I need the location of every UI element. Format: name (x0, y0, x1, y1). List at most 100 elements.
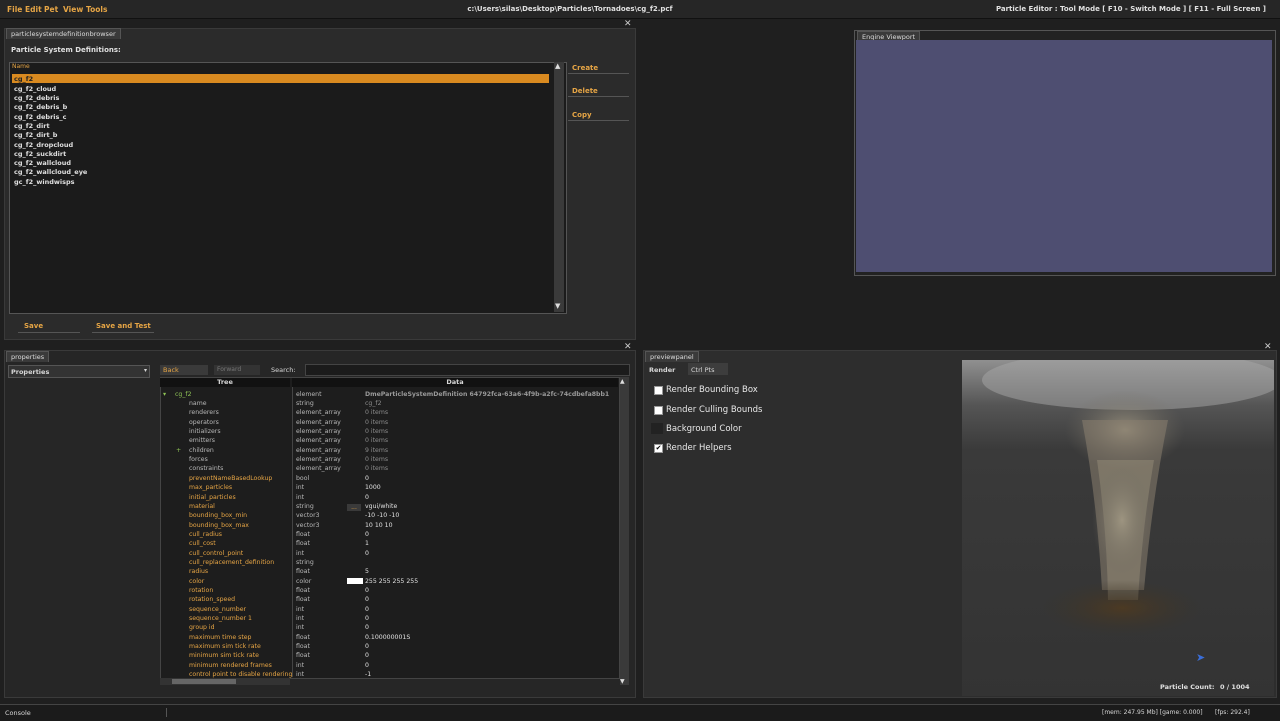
property-name[interactable]: preventNameBasedLookup (189, 475, 272, 482)
property-value[interactable]: 10 10 10 (365, 522, 393, 529)
engine-viewport[interactable] (856, 40, 1272, 272)
close-properties-icon[interactable]: ✕ (624, 342, 632, 352)
expand-children-icon[interactable]: + (176, 447, 181, 454)
scroll-up-icon[interactable]: ▲ (555, 62, 560, 70)
name-column-header[interactable]: Name (12, 63, 30, 70)
tree-column-header[interactable]: Tree (160, 378, 290, 387)
list-item[interactable]: cg_f2_dirt (14, 122, 50, 130)
list-item[interactable]: cg_f2_debris_c (14, 113, 66, 121)
background-color-swatch[interactable] (651, 423, 663, 434)
list-item[interactable]: cg_f2_debris (14, 94, 59, 102)
property-name[interactable]: rotation (189, 587, 213, 594)
property-name[interactable]: cull_control_point (189, 550, 243, 557)
search-input[interactable] (305, 364, 630, 376)
tab-ctrl-pts[interactable]: Ctrl Pts (688, 363, 728, 375)
save-button[interactable]: Save (18, 318, 80, 333)
tab-previewpanel[interactable]: previewpanel (645, 351, 699, 362)
property-name[interactable]: sequence_number (189, 606, 246, 613)
property-name[interactable]: rotation_speed (189, 596, 235, 603)
scroll-up-icon[interactable]: ▲ (620, 378, 625, 385)
property-value[interactable]: 0 items (365, 465, 388, 472)
property-name[interactable]: sequence_number 1 (189, 615, 252, 622)
list-item[interactable]: cg_f2_suckdirt (14, 150, 66, 158)
property-name[interactable]: forces (189, 456, 208, 463)
render-helpers-checkbox[interactable]: ✔ (654, 444, 663, 453)
property-value[interactable]: 0 (365, 662, 369, 669)
tab-definition-browser[interactable]: particlesystemdefinitionbrowser (6, 28, 121, 39)
property-name[interactable]: name (189, 400, 207, 407)
close-preview-icon[interactable]: ✕ (1264, 342, 1272, 352)
console-label[interactable]: Console (5, 709, 31, 717)
property-name[interactable]: children (189, 447, 214, 454)
property-value[interactable]: 1000 (365, 484, 381, 491)
property-value[interactable]: 0 (365, 643, 369, 650)
list-item[interactable]: cg_f2 (14, 75, 33, 83)
property-name[interactable]: bounding_box_max (189, 522, 249, 529)
property-name[interactable]: cull_cost (189, 540, 216, 547)
property-value[interactable]: 0 (365, 475, 369, 482)
property-name[interactable]: color (189, 578, 204, 585)
list-item[interactable]: gc_f2_windwisps (14, 178, 75, 186)
property-value[interactable]: 0 items (365, 419, 388, 426)
property-name[interactable]: minimum rendered frames (189, 662, 272, 669)
property-value[interactable]: 5 (365, 568, 369, 575)
render-culling-bounds-checkbox[interactable] (654, 406, 663, 415)
console-input[interactable] (36, 708, 167, 717)
property-name[interactable]: cull_radius (189, 531, 222, 538)
property-name[interactable]: maximum sim tick rate (189, 643, 261, 650)
property-value[interactable]: 0 (365, 531, 369, 538)
property-value[interactable]: 0 items (365, 428, 388, 435)
property-value[interactable]: vgui/white (365, 503, 397, 510)
property-value[interactable]: 0 (365, 606, 369, 613)
property-name[interactable]: renderers (189, 409, 219, 416)
property-name[interactable]: group id (189, 624, 215, 631)
scroll-down-icon[interactable]: ▼ (620, 678, 625, 685)
property-value[interactable]: 0 (365, 652, 369, 659)
list-item[interactable]: cg_f2_wallcloud (14, 159, 71, 167)
property-name[interactable]: cull_replacement_definition (189, 559, 274, 566)
property-value[interactable]: 0 (365, 596, 369, 603)
property-value[interactable]: 0 items (365, 409, 388, 416)
property-value[interactable]: 0.100000001S (365, 634, 410, 641)
property-name[interactable]: maximum time step (189, 634, 251, 641)
tab-properties[interactable]: properties (6, 351, 50, 362)
properties-dropdown[interactable]: Properties ▾ (8, 365, 150, 378)
property-name[interactable]: initializers (189, 428, 221, 435)
property-value[interactable]: 0 (365, 587, 369, 594)
data-column-header[interactable]: Data (292, 378, 618, 387)
list-item[interactable]: cg_f2_debris_b (14, 103, 67, 111)
property-name[interactable]: bounding_box_min (189, 512, 247, 519)
property-value[interactable]: 0 items (365, 456, 388, 463)
property-value[interactable]: -1 (365, 671, 371, 678)
property-value[interactable]: 0 (365, 494, 369, 501)
forward-button[interactable]: Forward (214, 365, 260, 375)
material-browse-button[interactable]: ... (347, 504, 361, 511)
property-name[interactable]: material (189, 503, 215, 510)
create-button[interactable]: Create (568, 61, 629, 74)
scroll-down-icon[interactable]: ▼ (555, 302, 560, 310)
property-value[interactable]: 0 items (365, 437, 388, 444)
expand-root-icon[interactable]: ▾ (163, 391, 166, 398)
property-name[interactable]: constraints (189, 465, 223, 472)
list-item[interactable]: cg_f2_dirt_b (14, 131, 57, 139)
property-value[interactable]: cg_f2 (365, 400, 382, 407)
list-item[interactable]: cg_f2_wallcloud_eye (14, 168, 87, 176)
property-value[interactable]: 0 (365, 624, 369, 631)
property-value[interactable]: 0 (365, 550, 369, 557)
property-name[interactable]: minimum sim tick rate (189, 652, 259, 659)
color-swatch[interactable] (347, 578, 363, 584)
property-value[interactable]: 0 (365, 615, 369, 622)
list-item[interactable]: cg_f2_cloud (14, 85, 56, 93)
delete-button[interactable]: Delete (568, 84, 629, 97)
list-scrollbar[interactable] (554, 62, 564, 312)
property-value[interactable]: 1 (365, 540, 369, 547)
property-value[interactable]: 255 255 255 255 (365, 578, 418, 585)
property-name[interactable]: radius (189, 568, 208, 575)
back-button[interactable]: Back (160, 365, 208, 375)
properties-scrollbar[interactable] (620, 377, 629, 685)
property-name[interactable]: initial_particles (189, 494, 236, 501)
tab-render[interactable]: Render (645, 363, 685, 375)
property-name[interactable]: operators (189, 419, 219, 426)
copy-button[interactable]: Copy (568, 108, 629, 121)
property-name[interactable]: emitters (189, 437, 215, 444)
